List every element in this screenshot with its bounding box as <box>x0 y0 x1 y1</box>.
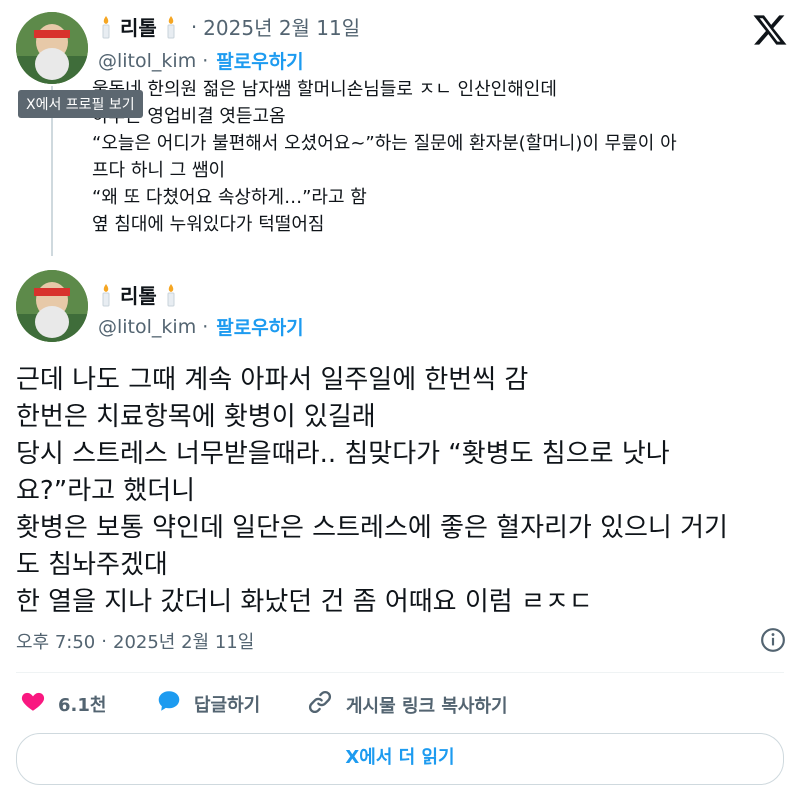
text-line: 근데 나도 그때 계속 아파서 일주일에 한번씩 감 <box>16 365 529 395</box>
main-follow-link[interactable]: 팔로우하기 <box>216 313 303 340</box>
text-line: 한번은 치료항목에 홧병이 있길래 <box>16 402 376 432</box>
text-line: 한 열을 지나 갔더니 화났던 건 좀 어때요 이럼 ㄹㅈㄷ <box>16 587 593 617</box>
text-line: 당시 스트레스 너무받을때라.. 침맞다가 “홧병도 침으로 낫나 <box>16 439 670 469</box>
candle-icon <box>163 283 179 307</box>
main-header: 리톨 <box>98 280 179 309</box>
like-button[interactable]: 6.1천 <box>20 688 106 719</box>
parent-avatar[interactable] <box>16 12 88 84</box>
parent-handle[interactable]: @litol_kim <box>98 50 196 72</box>
divider <box>16 672 784 673</box>
parent-date[interactable]: 2025년 2월 11일 <box>203 12 360 41</box>
reply-bubble-icon <box>156 688 182 719</box>
parent-tweet-text: 울동네 한의원 젊은 남자쌤 할머니손님들로 ㅈㄴ 인산인해인데 하루는 영업비… <box>92 76 677 238</box>
info-icon[interactable] <box>760 627 786 653</box>
main-handle-row: @litol_kim · 팔로우하기 <box>98 313 304 340</box>
main-handle[interactable]: @litol_kim <box>98 316 196 338</box>
main-avatar[interactable] <box>16 270 88 342</box>
reply-label: 답글하기 <box>194 694 261 716</box>
text-line: “왜 또 다쳤어요 속상하게…”라고 함 <box>92 187 367 208</box>
text-line: 홧병은 보통 약인데 일단은 스트레스에 좋은 혈자리가 있으니 거기 <box>16 513 728 543</box>
text-line: “오늘은 어디가 불편해서 오셨어요~”하는 질문에 환자분(할머니)이 무릎이… <box>92 133 677 154</box>
copy-link-button[interactable]: 게시물 링크 복사하기 <box>306 688 508 721</box>
candle-icon <box>163 15 179 39</box>
profile-tooltip: X에서 프로필 보기 <box>18 90 143 118</box>
tweet-time: 오후 7:50 <box>16 632 96 653</box>
tweet-date: 2025년 2월 11일 <box>113 632 255 653</box>
text-line: 프다 하니 그 쌤이 <box>92 160 226 181</box>
parent-follow-link[interactable]: 팔로우하기 <box>216 47 303 74</box>
text-line: 하루는 영업비결 엿듣고옴 <box>92 106 286 127</box>
parent-handle-row: @litol_kim · 팔로우하기 <box>98 47 304 74</box>
x-logo-icon[interactable] <box>752 12 788 48</box>
separator: · <box>190 14 198 39</box>
candle-icon <box>98 15 114 39</box>
separator: · <box>101 630 107 652</box>
main-author-name[interactable]: 리톨 <box>120 280 157 309</box>
tweet-timestamp[interactable]: 오후 7:50 · 2025년 2월 11일 <box>16 628 254 654</box>
text-line: 요?”라고 했더니 <box>16 476 196 506</box>
reply-button[interactable]: 답글하기 <box>156 688 260 719</box>
text-line: 도 침놔주겠대 <box>16 550 168 580</box>
read-more-button[interactable]: X에서 더 읽기 <box>16 733 784 785</box>
text-line: 옆 침대에 누워있다가 턱떨어짐 <box>92 214 325 235</box>
separator: · <box>202 49 209 72</box>
heart-icon <box>20 688 46 719</box>
parent-header: 리톨 · 2025년 2월 11일 <box>98 12 360 41</box>
copy-link-label: 게시물 링크 복사하기 <box>346 695 508 717</box>
link-icon <box>306 688 334 721</box>
main-tweet-text: 근데 나도 그때 계속 아파서 일주일에 한번씩 감 한번은 치료항목에 홧병이… <box>16 362 728 621</box>
text-line: 울동네 한의원 젊은 남자쌤 할머니손님들로 ㅈㄴ 인산인해인데 <box>92 79 557 100</box>
separator: · <box>202 315 209 338</box>
candle-icon <box>98 283 114 307</box>
like-count: 6.1천 <box>58 694 107 716</box>
parent-author-name[interactable]: 리톨 <box>120 12 157 41</box>
